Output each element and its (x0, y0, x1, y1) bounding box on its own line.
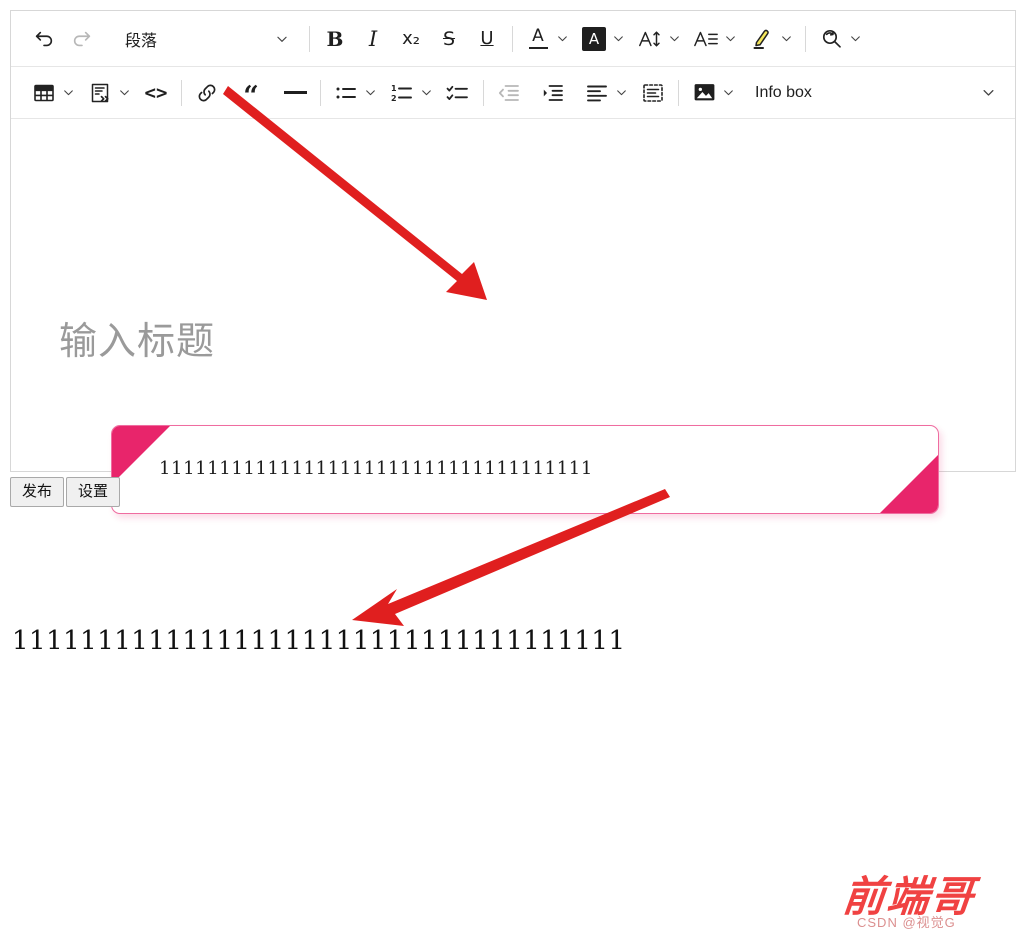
outdent-icon[interactable] (494, 76, 524, 110)
numbered-list-chevron-icon[interactable] (417, 76, 435, 110)
underline-button[interactable]: U (472, 22, 502, 56)
toolbar-separator (320, 79, 321, 106)
background-color-label: A (582, 26, 606, 51)
toolbar-separator (805, 25, 806, 52)
action-button-bar: 发布 设置 (10, 477, 122, 507)
redo-icon[interactable] (67, 22, 97, 56)
paragraph-style-value: 段落 (125, 32, 158, 50)
document-title-placeholder[interactable]: 输入标题 (59, 322, 215, 360)
undo-icon[interactable] (29, 22, 59, 56)
divider-icon[interactable] (280, 76, 310, 110)
font-size-chevron-icon[interactable] (665, 22, 683, 56)
align-left-icon[interactable] (582, 76, 612, 110)
subscript-button[interactable]: x₂ (396, 22, 426, 56)
table-icon[interactable] (29, 76, 59, 110)
settings-button[interactable]: 设置 (66, 477, 121, 507)
image-icon[interactable] (689, 76, 719, 110)
paragraph-style-select[interactable]: 段落 (111, 22, 299, 56)
info-box-text[interactable]: 111111111111111111111111111111111111 (159, 458, 868, 479)
blockquote-icon[interactable]: “ (236, 76, 266, 110)
link-icon[interactable] (192, 76, 222, 110)
infobox-style-value: Info box (755, 83, 812, 101)
svg-text:1: 1 (391, 84, 397, 93)
inline-code-label: <> (144, 81, 168, 104)
font-color-label: A (532, 25, 544, 46)
info-box-corner-bottom-right (880, 455, 938, 513)
font-color-icon[interactable]: A (523, 22, 553, 56)
strikethrough-label: S (442, 27, 456, 50)
toolbar-separator (678, 79, 679, 106)
background-color-chevron-icon[interactable] (609, 22, 627, 56)
indent-icon[interactable] (538, 76, 568, 110)
watermark-credit: CSDN @视觉G (857, 915, 956, 930)
page-break-icon[interactable] (638, 76, 668, 110)
toolbar-row-primary: 段落 B I x₂ S U A A (11, 11, 1015, 67)
infobox-style-select[interactable]: Info box (745, 76, 1007, 110)
italic-label: I (368, 26, 378, 51)
align-chevron-icon[interactable] (612, 76, 630, 110)
toolbar-separator (483, 79, 484, 106)
bullet-list-icon[interactable] (331, 76, 361, 110)
bold-button[interactable]: B (320, 22, 350, 56)
infobox-chevron-icon (979, 76, 997, 110)
toolbar-separator (181, 79, 182, 106)
publish-button[interactable]: 发布 (10, 477, 65, 507)
numbered-list-icon[interactable]: 1 2 (387, 76, 417, 110)
divider-glyph (283, 91, 307, 94)
todo-list-icon[interactable] (443, 76, 473, 110)
background-color-icon[interactable]: A (579, 22, 609, 56)
blockquote-label: “ (243, 80, 259, 112)
highlighter-icon[interactable] (747, 22, 777, 56)
svg-text:2: 2 (391, 94, 397, 103)
image-chevron-icon[interactable] (719, 76, 737, 110)
info-box-block[interactable]: 111111111111111111111111111111111111 (111, 425, 939, 514)
toolbar-separator (512, 25, 513, 52)
code-block-icon[interactable] (85, 76, 115, 110)
toolbar-separator (309, 25, 310, 52)
find-replace-icon[interactable] (816, 22, 846, 56)
toolbar-row-secondary: <> “ 1 2 Info box (11, 67, 1015, 119)
rendered-output-text: 111111111111111111111111111111111111 (12, 626, 626, 656)
line-height-chevron-icon[interactable] (721, 22, 739, 56)
bullet-list-chevron-icon[interactable] (361, 76, 379, 110)
underline-label: U (480, 28, 494, 49)
font-size-icon[interactable] (635, 22, 665, 56)
info-box[interactable]: 111111111111111111111111111111111111 (111, 425, 939, 514)
find-replace-chevron-icon[interactable] (846, 22, 864, 56)
subscript-label: x₂ (402, 28, 420, 49)
font-color-chevron-icon[interactable] (553, 22, 571, 56)
inline-code-icon[interactable]: <> (141, 76, 171, 110)
highlighter-chevron-icon[interactable] (777, 22, 795, 56)
editor-panel: 段落 B I x₂ S U A A <> “ 1 2 Info box 输入标题… (10, 10, 1016, 514)
code-block-chevron-icon[interactable] (115, 76, 133, 110)
chevron-down-icon (273, 22, 291, 56)
bold-label: B (326, 26, 344, 51)
editor-content-area[interactable]: 输入标题 11111111111111111111111111111111111… (11, 119, 1015, 514)
watermark: 前端哥 CSDN @视觉G (840, 872, 1019, 936)
strikethrough-button[interactable]: S (434, 22, 464, 56)
table-chevron-icon[interactable] (59, 76, 77, 110)
line-height-icon[interactable] (691, 22, 721, 56)
italic-button[interactable]: I (358, 22, 388, 56)
